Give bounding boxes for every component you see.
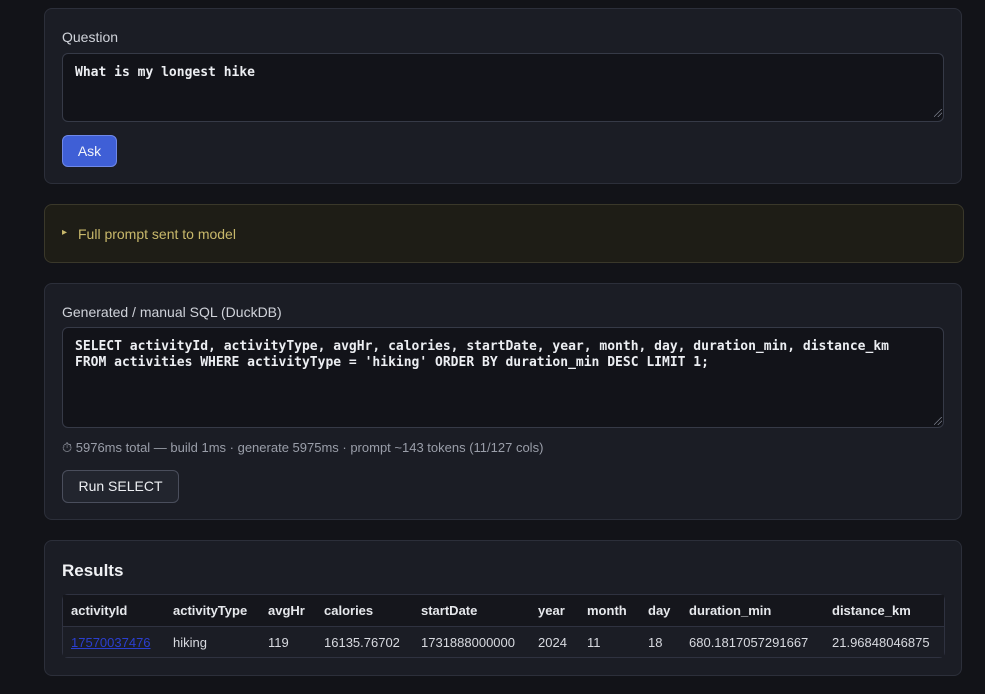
table-cell: 11 xyxy=(579,627,640,657)
table-header-row: activityId activityType avgHr calories s… xyxy=(63,595,944,627)
column-header: calories xyxy=(316,595,413,627)
activity-id-link[interactable]: 17570037476 xyxy=(71,635,151,650)
table-row: 17570037476 hiking 119 16135.76702 17318… xyxy=(63,627,944,657)
prompt-details[interactable]: ▸ Full prompt sent to model xyxy=(44,204,964,263)
table-cell: 1731888000000 xyxy=(413,627,530,657)
table-cell: 21.96848046875 xyxy=(824,627,944,657)
expand-triangle-icon[interactable]: ▸ xyxy=(62,227,67,238)
question-label: Question xyxy=(62,29,119,45)
column-header: activityType xyxy=(165,595,260,627)
run-select-button[interactable]: Run SELECT xyxy=(62,470,179,503)
column-header: startDate xyxy=(413,595,530,627)
table-cell: 119 xyxy=(260,627,316,657)
cell-activity-id: 17570037476 xyxy=(63,627,165,657)
column-header: month xyxy=(579,595,640,627)
resize-grip-icon[interactable] xyxy=(934,417,942,425)
table-cell: hiking xyxy=(165,627,260,657)
table-cell: 18 xyxy=(640,627,681,657)
resize-grip-icon[interactable] xyxy=(934,109,942,117)
table-cell: 680.1817057291667 xyxy=(681,627,824,657)
question-input[interactable]: What is my longest hike xyxy=(62,53,944,122)
column-header: year xyxy=(530,595,579,627)
sql-card: Generated / manual SQL (DuckDB) SELECT a… xyxy=(44,283,962,520)
sql-label: Generated / manual SQL (DuckDB) xyxy=(62,304,282,320)
results-title: Results xyxy=(62,561,124,580)
table-cell: 16135.76702 xyxy=(316,627,413,657)
column-header: duration_min xyxy=(681,595,824,627)
results-card: Results activityId activityType avgHr ca… xyxy=(44,540,962,676)
column-header: day xyxy=(640,595,681,627)
timing-info: ⏱ 5976ms total — build 1ms · generate 59… xyxy=(62,440,544,455)
column-header: distance_km xyxy=(824,595,944,627)
question-card: Question What is my longest hike Ask xyxy=(44,8,962,184)
column-header: avgHr xyxy=(260,595,316,627)
prompt-details-summary[interactable]: Full prompt sent to model xyxy=(78,226,236,242)
column-header: activityId xyxy=(63,595,165,627)
ask-button[interactable]: Ask xyxy=(62,135,117,167)
sql-input[interactable]: SELECT activityId, activityType, avgHr, … xyxy=(62,327,944,428)
table-cell: 2024 xyxy=(530,627,579,657)
results-table: activityId activityType avgHr calories s… xyxy=(62,594,945,658)
